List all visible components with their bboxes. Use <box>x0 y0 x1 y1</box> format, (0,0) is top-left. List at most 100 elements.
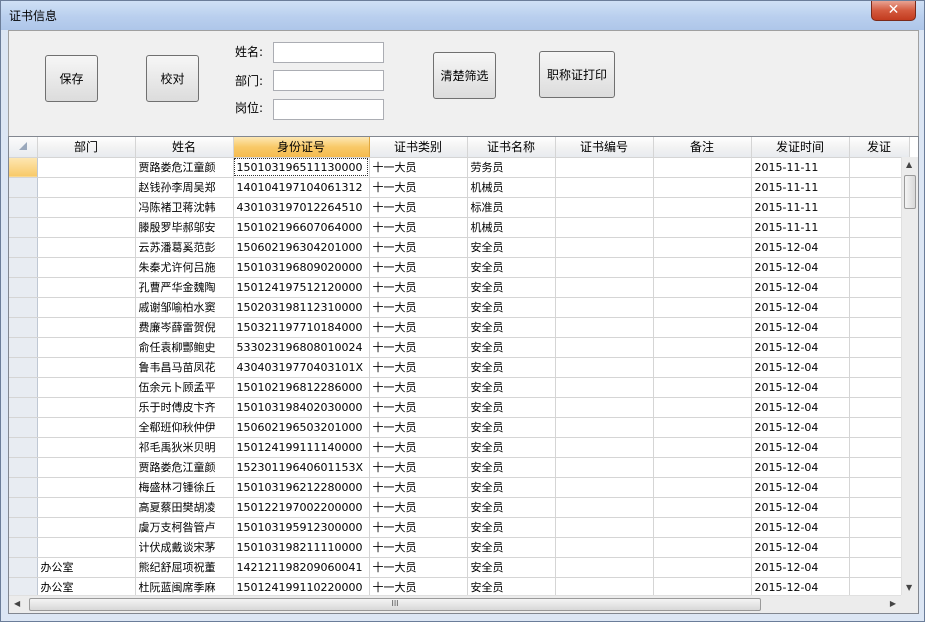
grid-cell[interactable] <box>555 557 654 578</box>
row-header[interactable] <box>9 217 38 238</box>
grid-cell[interactable]: 2015-11-11 <box>751 177 850 198</box>
row-header[interactable] <box>9 417 38 438</box>
grid-cell[interactable]: 150124199110220000 <box>233 577 370 598</box>
grid-cell[interactable] <box>555 457 654 478</box>
grid-cell[interactable]: 142121198209060041 <box>233 557 370 578</box>
grid-cell[interactable]: 150102196607064000 <box>233 217 370 238</box>
horizontal-scroll-thumb[interactable]: III <box>29 598 761 611</box>
row-header[interactable] <box>9 457 38 478</box>
grid-cell[interactable] <box>37 477 136 498</box>
grid-cell[interactable]: 伍余元卜顾孟平 <box>135 377 234 398</box>
grid-cell[interactable]: 十一大员 <box>369 217 468 238</box>
table-row[interactable]: 孔曹严华金魏陶 150124197512120000 十一大员 安全员 2015-12-… <box>9 277 910 298</box>
column-header[interactable]: 部门 <box>37 137 136 158</box>
grid-cell[interactable] <box>849 377 910 398</box>
table-row[interactable]: 虞万支柯昝管卢 150103195912300000 十一大员 安全员 2015-12-… <box>9 517 910 538</box>
grid-cell[interactable]: 150102196812286000 <box>233 377 370 398</box>
grid-cell[interactable] <box>849 337 910 358</box>
grid-cell[interactable]: 安全员 <box>467 537 556 558</box>
grid-cell[interactable]: 贾路娄危江童颜 <box>135 457 234 478</box>
grid-cell[interactable] <box>555 477 654 498</box>
grid-cell[interactable]: 滕殷罗毕郝邬安 <box>135 217 234 238</box>
row-header[interactable] <box>9 297 38 318</box>
table-row[interactable]: 鲁韦昌马苗凤花 43040319770403101X 十一大员 安全员 2015-12-… <box>9 357 910 378</box>
grid-cell[interactable]: 十一大员 <box>369 317 468 338</box>
grid-cell[interactable]: 150602196503201000 <box>233 417 370 438</box>
grid-cell[interactable] <box>37 457 136 478</box>
grid-cell[interactable] <box>37 377 136 398</box>
row-header[interactable] <box>9 517 38 538</box>
dept-input[interactable] <box>273 70 384 91</box>
grid-cell[interactable]: 2015-11-11 <box>751 157 850 178</box>
grid-cell[interactable]: 十一大员 <box>369 357 468 378</box>
grid-cell[interactable]: 十一大员 <box>369 277 468 298</box>
table-row[interactable]: 祁毛禹狄米贝明 150124199111140000 十一大员 安全员 2015-12-… <box>9 437 910 458</box>
table-row[interactable]: 贾路娄危江童颜 150103196511130000 十一大员 劳务员 2015-11-… <box>9 157 910 178</box>
grid-cell[interactable]: 150602196304201000 <box>233 237 370 258</box>
column-header[interactable]: 身份证号 <box>233 137 370 158</box>
grid-cell[interactable]: 十一大员 <box>369 157 468 178</box>
grid-cell[interactable]: 安全员 <box>467 317 556 338</box>
grid-cell[interactable] <box>555 517 654 538</box>
grid-cell[interactable] <box>653 257 752 278</box>
grid-cell[interactable] <box>555 177 654 198</box>
grid-cell[interactable] <box>555 217 654 238</box>
row-header[interactable] <box>9 177 38 198</box>
grid-cell[interactable]: 安全员 <box>467 357 556 378</box>
grid-cell[interactable] <box>653 517 752 538</box>
grid-cell[interactable] <box>849 497 910 518</box>
grid-cell[interactable] <box>555 297 654 318</box>
grid-cell[interactable]: 十一大员 <box>369 537 468 558</box>
row-header[interactable] <box>9 237 38 258</box>
grid-cell[interactable]: 安全员 <box>467 577 556 598</box>
grid-cell[interactable] <box>849 357 910 378</box>
grid-cell[interactable] <box>653 377 752 398</box>
grid-cell[interactable] <box>653 537 752 558</box>
grid-cell[interactable] <box>555 357 654 378</box>
grid-cell[interactable]: 2015-12-04 <box>751 277 850 298</box>
grid-cell[interactable]: 十一大员 <box>369 257 468 278</box>
grid-cell[interactable]: 2015-12-04 <box>751 237 850 258</box>
grid-cell[interactable]: 2015-12-04 <box>751 257 850 278</box>
grid-cell[interactable]: 十一大员 <box>369 577 468 598</box>
grid-cell[interactable]: 150203198112310000 <box>233 297 370 318</box>
grid-cell[interactable] <box>555 497 654 518</box>
grid-cell[interactable]: 2015-12-04 <box>751 537 850 558</box>
grid-cell[interactable]: 150103198402030000 <box>233 397 370 418</box>
table-row[interactable]: 计伏成戴谈宋茅 150103198211110000 十一大员 安全员 2015-12-… <box>9 537 910 558</box>
grid-cell[interactable]: 2015-12-04 <box>751 417 850 438</box>
grid-cell[interactable]: 150122197002200000 <box>233 497 370 518</box>
grid-cell[interactable] <box>849 477 910 498</box>
grid-cell[interactable]: 鲁韦昌马苗凤花 <box>135 357 234 378</box>
grid-cell[interactable]: 十一大员 <box>369 497 468 518</box>
grid-cell[interactable]: 十一大员 <box>369 237 468 258</box>
grid-cell[interactable] <box>37 317 136 338</box>
grid-cell[interactable] <box>849 277 910 298</box>
grid-cell[interactable]: 2015-12-04 <box>751 477 850 498</box>
grid-cell[interactable] <box>555 537 654 558</box>
row-header[interactable] <box>9 377 38 398</box>
grid-cell[interactable]: 安全员 <box>467 457 556 478</box>
row-header[interactable] <box>9 277 38 298</box>
grid-cell[interactable]: 计伏成戴谈宋茅 <box>135 537 234 558</box>
grid-cell[interactable]: 2015-12-04 <box>751 557 850 578</box>
grid-cell[interactable]: 安全员 <box>467 377 556 398</box>
grid-cell[interactable]: 安全员 <box>467 257 556 278</box>
grid-cell[interactable] <box>555 237 654 258</box>
print-title-cert-button[interactable]: 职称证打印 <box>539 51 615 98</box>
grid-cell[interactable] <box>653 497 752 518</box>
grid-cell[interactable]: 安全员 <box>467 297 556 318</box>
grid-cell[interactable]: 费廉岑薛雷贺倪 <box>135 317 234 338</box>
grid-cell[interactable] <box>37 437 136 458</box>
vertical-scrollbar[interactable]: ▲ ▼ <box>901 157 918 595</box>
grid-cell[interactable]: 十一大员 <box>369 297 468 318</box>
grid-cell[interactable] <box>37 277 136 298</box>
row-header[interactable] <box>9 537 38 558</box>
grid-cell[interactable]: 戚谢邹喻柏水窦 <box>135 297 234 318</box>
grid-cell[interactable] <box>555 577 654 598</box>
grid-cell[interactable] <box>849 457 910 478</box>
post-input[interactable] <box>273 99 384 120</box>
grid-cell[interactable] <box>653 317 752 338</box>
grid-cell[interactable]: 安全员 <box>467 557 556 578</box>
grid-cell[interactable] <box>653 277 752 298</box>
